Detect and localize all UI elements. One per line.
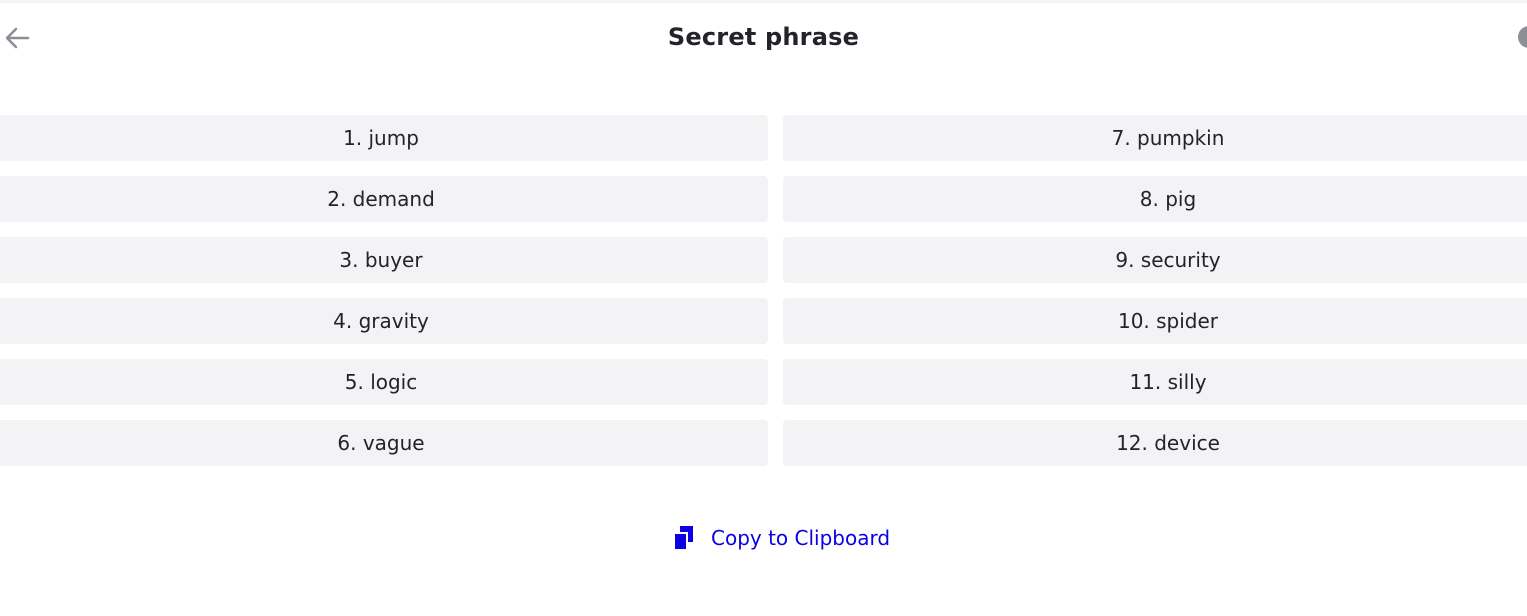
phrase-word-11: 11. silly	[783, 359, 1527, 405]
copy-label: Copy to Clipboard	[711, 526, 891, 550]
phrase-word-10: 10. spider	[783, 298, 1527, 344]
page-title: Secret phrase	[667, 23, 860, 51]
phrase-word-6: 6. vague	[0, 420, 768, 466]
phrase-word-8: 8. pig	[783, 176, 1527, 222]
header: Secret phrase	[0, 3, 1527, 73]
phrase-word-4: 4. gravity	[0, 298, 768, 344]
phrase-word-12: 12. device	[783, 420, 1527, 466]
phrase-word-5: 5. logic	[0, 359, 768, 405]
phrase-word-9: 9. security	[783, 237, 1527, 283]
phrase-word-2: 2. demand	[0, 176, 768, 222]
phrase-word-1: 1. jump	[0, 115, 768, 161]
phrase-word-7: 7. pumpkin	[783, 115, 1527, 161]
phrase-word-3: 3. buyer	[0, 237, 768, 283]
copy-icon	[673, 526, 693, 551]
copy-to-clipboard-button[interactable]: Copy to Clipboard	[673, 522, 890, 554]
